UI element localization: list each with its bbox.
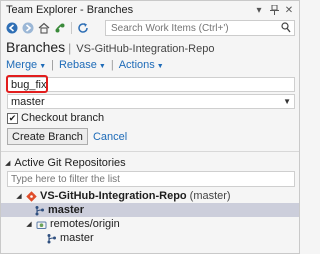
tree-item-repo[interactable]: ◢ VS-GitHub-Integration-Repo (master): [1, 189, 299, 203]
rebase-label: Rebase: [58, 59, 97, 71]
base-branch-value: master: [11, 95, 45, 108]
link-separator: |: [51, 59, 54, 71]
actions-label: Actions: [118, 59, 155, 71]
checkout-checkbox[interactable]: ✔: [7, 112, 18, 124]
base-branch-select[interactable]: master ▼: [7, 94, 295, 109]
repo-name: VS-GitHub-Integration-Repo: [76, 43, 215, 55]
page-title: Branches: [6, 39, 66, 55]
home-icon[interactable]: [36, 21, 51, 36]
local-branch-label: master: [48, 204, 85, 216]
remote-branch-label: master: [60, 232, 94, 244]
section-title: Active Git Repositories: [14, 157, 126, 169]
merge-link[interactable]: Merge ▼: [6, 59, 46, 71]
branch-icon: [33, 204, 45, 216]
checkout-option[interactable]: ✔ Checkout branch: [7, 112, 104, 124]
repo-tree: ◢ VS-GitHub-Integration-Repo (master) ma…: [1, 189, 299, 245]
actions-link[interactable]: Actions ▼: [119, 59, 164, 71]
dropdown-icon[interactable]: ▾: [252, 3, 266, 17]
tree-item-remote-master[interactable]: master: [1, 231, 299, 245]
pin-icon[interactable]: [267, 3, 281, 17]
section-divider: [1, 151, 299, 152]
title-bar-buttons: ▾ ✕: [252, 3, 296, 17]
window-title: Team Explorer - Branches: [6, 4, 134, 16]
create-branch-button[interactable]: Create Branch: [7, 128, 88, 145]
tree-item-local-master[interactable]: master: [1, 203, 299, 217]
git-repo-icon: [25, 190, 37, 202]
filter-box[interactable]: [7, 171, 295, 187]
form-buttons: Create Branch Cancel: [7, 128, 127, 145]
expand-triangle-icon[interactable]: ◢: [15, 192, 23, 200]
forward-arrow-icon[interactable]: [20, 21, 35, 36]
merge-label: Merge: [6, 59, 38, 71]
collapse-triangle-icon[interactable]: ◢: [5, 159, 10, 167]
link-separator: |: [110, 59, 114, 71]
refresh-icon[interactable]: [75, 21, 90, 36]
branch-name-input[interactable]: [8, 78, 294, 91]
repo-label: VS-GitHub-Integration-Repo: [40, 190, 187, 202]
branch-name-field[interactable]: [7, 77, 295, 92]
dropdown-arrow-icon[interactable]: ▼: [283, 97, 291, 106]
search-input[interactable]: [111, 22, 276, 34]
chevron-down-icon: ▼: [98, 63, 106, 70]
repo-branch-tag: (master): [189, 190, 231, 202]
filter-input[interactable]: [11, 173, 294, 185]
back-arrow-icon[interactable]: [4, 21, 19, 36]
remotes-label: remotes/origin: [50, 218, 120, 230]
close-icon[interactable]: ✕: [282, 3, 296, 17]
toolbar: [1, 19, 299, 37]
action-links: Merge ▼ | Rebase ▼ | Actions ▼: [6, 59, 164, 71]
team-explorer-panel: Team Explorer - Branches ▾ ✕ Search Work…: [0, 0, 300, 254]
checkout-label: Checkout branch: [21, 112, 105, 124]
remote-folder-icon: [35, 218, 47, 230]
expand-triangle-icon[interactable]: ◢: [25, 220, 33, 228]
rebase-link[interactable]: Rebase ▼: [59, 59, 106, 71]
connect-icon[interactable]: [52, 21, 67, 36]
chevron-down-icon: ▼: [39, 63, 47, 70]
branch-icon: [45, 232, 57, 244]
tree-item-remotes[interactable]: ◢ remotes/origin: [1, 217, 299, 231]
cancel-link[interactable]: Cancel: [93, 131, 127, 143]
toolbar-separator: [71, 22, 72, 34]
search-box[interactable]: [105, 20, 295, 36]
chevron-down-icon: ▼: [156, 63, 164, 70]
search-icon[interactable]: [281, 22, 291, 36]
page-header: Branches | VS-GitHub-Integration-Repo: [6, 39, 294, 57]
active-repos-header[interactable]: ◢ Active Git Repositories: [5, 157, 126, 169]
title-separator: |: [68, 41, 72, 55]
